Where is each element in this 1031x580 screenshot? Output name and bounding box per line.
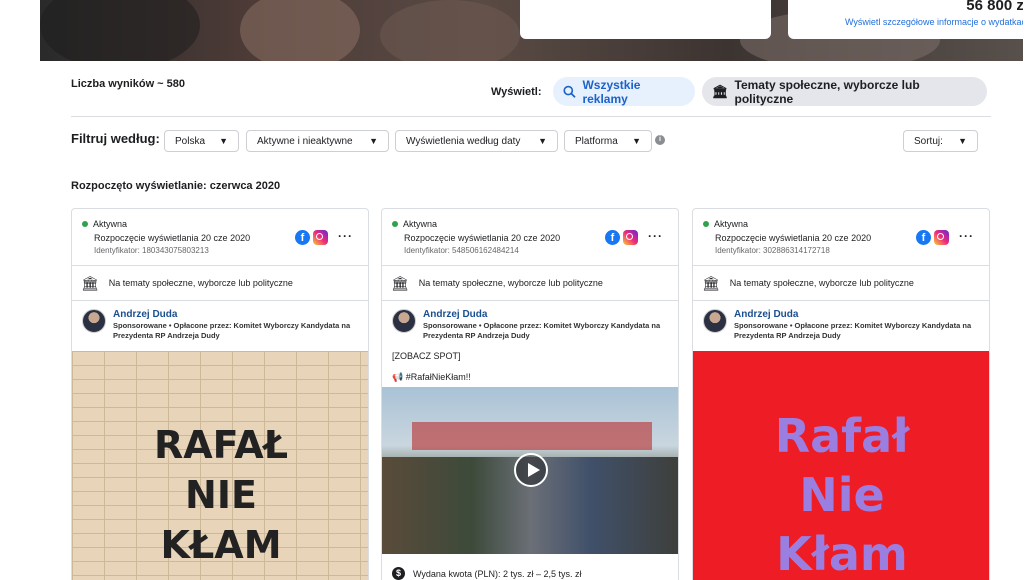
bank-icon: 🏛 xyxy=(81,274,99,291)
platform-dropdown[interactable]: Platforma ▼ xyxy=(564,130,652,152)
caret-down-icon: ▼ xyxy=(632,136,641,146)
ad-video[interactable] xyxy=(382,387,678,554)
ad-id: Identyfikator: 302886314172718 xyxy=(715,246,830,255)
status-value: Aktywne i nieaktywne xyxy=(257,135,353,147)
status-label: Aktywna xyxy=(93,219,128,229)
bank-icon: 🏛 xyxy=(391,274,409,291)
more-options-icon[interactable]: ··· xyxy=(338,229,353,243)
ad-hashtag-text: 📢 #RafałNieKłam!! xyxy=(392,372,471,382)
active-dot-icon xyxy=(703,221,709,227)
country-value: Polska xyxy=(175,135,206,147)
summary-card xyxy=(520,0,771,39)
advertiser-row: Andrzej Duda Sponsorowane • Opłacone prze… xyxy=(382,301,678,340)
ad-creative-image[interactable]: RAFAŁ NIE KŁAM xyxy=(72,351,368,580)
facebook-icon: f xyxy=(295,230,310,245)
country-dropdown[interactable]: Polska ▼ xyxy=(164,130,239,152)
spend-card: 56 800 zł Wyświetl szczegółowe informacj… xyxy=(788,0,1023,39)
poster-line: KŁAM xyxy=(160,523,282,567)
all-ads-label: Wszystkie reklamy xyxy=(582,77,641,106)
category-label: Na tematy społeczne, wyborcze lub polity… xyxy=(108,278,293,288)
advertiser-name[interactable]: Andrzej Duda xyxy=(113,309,358,320)
caret-down-icon: ▼ xyxy=(219,136,228,146)
poster-line: Kłam xyxy=(776,527,908,580)
instagram-icon xyxy=(623,230,638,245)
card-header: Aktywna Rozpoczęcie wyświetlania 20 cze … xyxy=(382,209,678,266)
avatar[interactable] xyxy=(82,309,106,333)
search-icon xyxy=(563,85,576,98)
ad-card: Aktywna Rozpoczęcie wyświetlania 20 cze … xyxy=(71,208,369,580)
category-row: 🏛 Na tematy społeczne, wyborcze lub polit… xyxy=(693,266,989,301)
results-count: Liczba wyników ~ 580 xyxy=(71,78,186,90)
bank-icon: 🏛 xyxy=(712,83,729,99)
spend-row: $ Wydana kwota (PLN): 2 tys. zł – 2,5 tys… xyxy=(392,567,581,580)
header-photo: 56 800 zł Wyświetl szczegółowe informacj… xyxy=(40,0,1023,61)
poster-line: RAFAŁ xyxy=(153,423,289,467)
info-icon[interactable]: i xyxy=(655,135,665,145)
avatar[interactable] xyxy=(392,309,416,333)
status-label: Aktywna xyxy=(714,219,749,229)
active-dot-icon xyxy=(392,221,398,227)
instagram-icon xyxy=(934,230,949,245)
ad-card: Aktywna Rozpoczęcie wyświetlania 20 cze … xyxy=(381,208,679,580)
poster-line: Rafał xyxy=(774,409,910,463)
more-options-icon[interactable]: ··· xyxy=(648,229,663,243)
status-label: Aktywna xyxy=(403,219,438,229)
category-row: 🏛 Na tematy społeczne, wyborcze lub polit… xyxy=(72,266,368,301)
political-ads-tab[interactable]: 🏛 Tematy społeczne, wyborcze lub polityc… xyxy=(702,77,987,106)
impressions-dropdown[interactable]: Wyświetlenia według daty ▼ xyxy=(395,130,558,152)
advertiser-row: Andrzej Duda Sponsorowane • Opłacone prze… xyxy=(693,301,989,340)
advertiser-row: Andrzej Duda Sponsorowane • Opłacone prze… xyxy=(72,301,368,340)
section-title: Rozpoczęto wyświetlanie: czerwca 2020 xyxy=(71,180,281,192)
spend-details-link[interactable]: Wyświetl szczegółowe informacje o wydatk… xyxy=(845,17,1023,27)
total-amount: 56 800 zł xyxy=(966,0,1023,14)
avatar[interactable] xyxy=(703,309,727,333)
poster-line: Nie xyxy=(799,468,885,522)
ad-body-text: [ZOBACZ SPOT] xyxy=(392,351,461,361)
ad-id: Identyfikator: 180343075803213 xyxy=(94,246,209,255)
sort-value: Sortuj: xyxy=(914,135,943,147)
ad-creative-image[interactable]: Rafał Nie Kłam xyxy=(693,351,989,580)
play-icon[interactable] xyxy=(514,453,548,487)
category-label: Na tematy społeczne, wyborcze lub polity… xyxy=(729,278,914,288)
more-options-icon[interactable]: ··· xyxy=(959,229,974,243)
bank-icon: 🏛 xyxy=(702,274,720,291)
sponsor-line: Sponsorowane • Opłacone przez: Komitet W… xyxy=(113,321,351,340)
caret-down-icon: ▼ xyxy=(369,136,378,146)
political-ads-label: Tematy społeczne, wyborcze lub polityczn… xyxy=(734,77,920,106)
impressions-value: Wyświetlenia według daty xyxy=(406,135,521,147)
active-dot-icon xyxy=(82,221,88,227)
card-header: Aktywna Rozpoczęcie wyświetlania 20 cze … xyxy=(72,209,368,266)
poster-line: NIE xyxy=(185,473,257,517)
status-dropdown[interactable]: Aktywne i nieaktywne ▼ xyxy=(246,130,389,152)
platform-value: Platforma xyxy=(575,135,618,147)
advertiser-name[interactable]: Andrzej Duda xyxy=(423,309,668,320)
sort-dropdown[interactable]: Sortuj: ▼ xyxy=(903,130,978,152)
facebook-icon: f xyxy=(916,230,931,245)
category-row: 🏛 Na tematy społeczne, wyborcze lub polit… xyxy=(382,266,678,301)
facebook-icon: f xyxy=(605,230,620,245)
caret-down-icon: ▼ xyxy=(538,136,547,146)
divider xyxy=(71,116,991,117)
left-margin xyxy=(0,0,40,580)
sponsor-line: Sponsorowane • Opłacone przez: Komitet W… xyxy=(734,321,972,340)
view-label: Wyświetl: xyxy=(491,86,542,98)
ad-id: Identyfikator: 548506162484214 xyxy=(404,246,519,255)
all-ads-tab[interactable]: Wszystkie reklamy xyxy=(553,77,695,106)
category-label: Na tematy społeczne, wyborcze lub polity… xyxy=(418,278,603,288)
instagram-icon xyxy=(313,230,328,245)
filter-label: Filtruj według: xyxy=(71,131,160,146)
ad-card: Aktywna Rozpoczęcie wyświetlania 20 cze … xyxy=(692,208,990,580)
spend-label: Wydana kwota (PLN): 2 tys. zł – 2,5 tys.… xyxy=(413,568,582,579)
advertiser-name[interactable]: Andrzej Duda xyxy=(734,309,979,320)
sponsor-line: Sponsorowane • Opłacone przez: Komitet W… xyxy=(423,321,661,340)
caret-down-icon: ▼ xyxy=(958,136,967,146)
dollar-icon: $ xyxy=(392,567,405,580)
card-header: Aktywna Rozpoczęcie wyświetlania 20 cze … xyxy=(693,209,989,266)
